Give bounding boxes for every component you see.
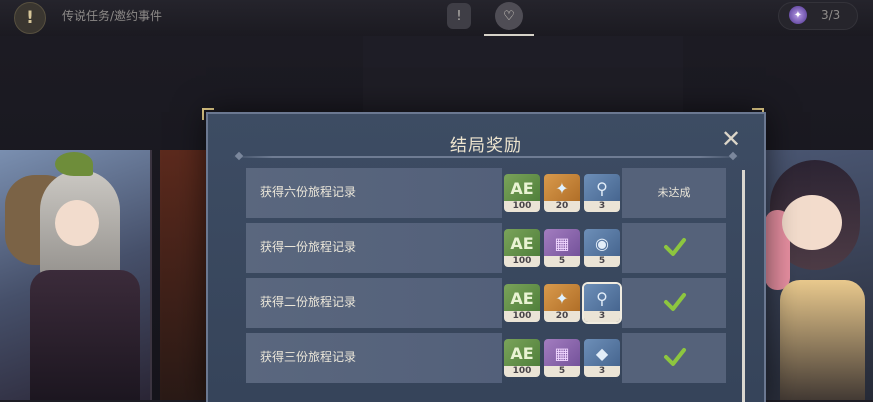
reward-row: 获得一份旅程记录 AE 100 ▦ 5 ◉ 5	[246, 223, 726, 273]
status-text: 未达成	[657, 186, 691, 199]
adventure-exp-icon: AE	[504, 339, 540, 367]
primogem-icon: ✦	[544, 174, 580, 202]
reward-condition-label: 获得六份旅程记录	[260, 185, 357, 199]
quest-marker-icon[interactable]: !	[14, 2, 46, 34]
checkmark-icon	[664, 238, 686, 256]
scrollbar-thumb[interactable]	[742, 170, 745, 402]
character-card-left	[0, 150, 152, 400]
item-count: 3	[584, 366, 620, 377]
item-count: 20	[544, 311, 580, 322]
character-dress-art	[30, 270, 140, 400]
reward-item[interactable]: ⚲ 3	[584, 284, 620, 322]
character-face-art	[55, 200, 99, 246]
reward-item[interactable]: ⚲ 3	[584, 174, 620, 212]
character-body-art	[780, 280, 865, 400]
reward-item[interactable]: AE 100	[504, 339, 540, 377]
reward-status: 未达成	[622, 168, 726, 218]
reward-items: AE 100 ▦ 5 ◆ 3	[504, 339, 624, 379]
reward-row: 获得三份旅程记录 AE 100 ▦ 5 ◆ 3	[246, 333, 726, 383]
reward-status	[622, 223, 726, 273]
reward-items: AE 100 ▦ 5 ◉ 5	[504, 229, 624, 269]
item-count: 5	[544, 366, 580, 377]
character-card-right	[760, 150, 873, 400]
watering-can-icon: ⚲	[584, 174, 620, 202]
reward-status	[622, 278, 726, 328]
purple-book-icon: ▦	[544, 229, 580, 257]
top-bar: ! 传说任务/邀约事件 ! ♡ ✦ 3/3	[0, 0, 873, 36]
scrollbar[interactable]	[742, 170, 745, 402]
reward-item[interactable]: ◉ 5	[584, 229, 620, 267]
reward-item[interactable]: AE 100	[504, 174, 540, 212]
progress-counter: ✦ 3/3	[778, 2, 858, 30]
reward-condition-label: 获得一份旅程记录	[260, 240, 357, 254]
reward-condition-label: 获得三份旅程记录	[260, 350, 357, 364]
reward-item[interactable]: ◆ 3	[584, 339, 620, 377]
character-face-art	[782, 195, 842, 250]
ending-rewards-dialog: 结局奖励 ✕ 获得六份旅程记录 AE 100 ✦ 20 ⚲ 3 未达成 获得一份旅程记录 AE 10…	[206, 112, 766, 402]
checkmark-icon	[664, 348, 686, 366]
spark-icon: ✦	[789, 6, 807, 24]
background-panel	[363, 36, 683, 116]
item-count: 20	[544, 201, 580, 212]
leaf-icon	[55, 152, 93, 176]
item-count: 100	[504, 201, 540, 212]
item-count: 3	[584, 201, 620, 212]
dialog-title: 结局奖励	[450, 136, 522, 156]
reward-items: AE 100 ✦ 20 ⚲ 3	[504, 174, 624, 214]
reward-item[interactable]: AE 100	[504, 284, 540, 322]
tab-quest-book[interactable]: !	[442, 0, 476, 32]
counter-text: 3/3	[821, 8, 841, 22]
purple-book-icon: ▦	[544, 339, 580, 367]
quest-book-icon: !	[447, 3, 471, 29]
watering-can-icon: ⚲	[584, 284, 620, 312]
checkmark-icon	[664, 293, 686, 311]
reward-condition-label: 获得二份旅程记录	[260, 295, 357, 309]
tab-heart-book[interactable]: ♡	[492, 0, 526, 32]
food-dish-icon: ◉	[584, 229, 620, 257]
item-count: 5	[544, 256, 580, 267]
reward-row: 获得六份旅程记录 AE 100 ✦ 20 ⚲ 3 未达成	[246, 168, 726, 218]
adventure-exp-icon: AE	[504, 174, 540, 202]
adventure-exp-icon: AE	[504, 284, 540, 312]
adventure-exp-icon: AE	[504, 229, 540, 257]
item-count: 100	[504, 366, 540, 377]
reward-status	[622, 333, 726, 383]
reward-item[interactable]: ▦ 5	[544, 339, 580, 377]
reward-item[interactable]: ▦ 5	[544, 229, 580, 267]
item-count: 100	[504, 256, 540, 267]
reward-items: AE 100 ✦ 20 ⚲ 3	[504, 284, 624, 324]
item-count: 3	[584, 311, 620, 322]
title-divider	[232, 156, 740, 158]
character-card-middle	[160, 150, 208, 400]
reward-item[interactable]: AE 100	[504, 229, 540, 267]
reward-item[interactable]: ✦ 20	[544, 174, 580, 212]
item-count: 100	[504, 311, 540, 322]
heart-book-icon: ♡	[495, 2, 523, 30]
primogem-icon: ✦	[544, 284, 580, 312]
close-icon[interactable]: ✕	[718, 126, 744, 152]
reward-row: 获得二份旅程记录 AE 100 ✦ 20 ⚲ 3	[246, 278, 726, 328]
reward-item[interactable]: ✦ 20	[544, 284, 580, 322]
item-count: 5	[584, 256, 620, 267]
breadcrumb: 传说任务/邀约事件	[62, 9, 163, 23]
red-crystal-icon: ◆	[584, 339, 620, 367]
